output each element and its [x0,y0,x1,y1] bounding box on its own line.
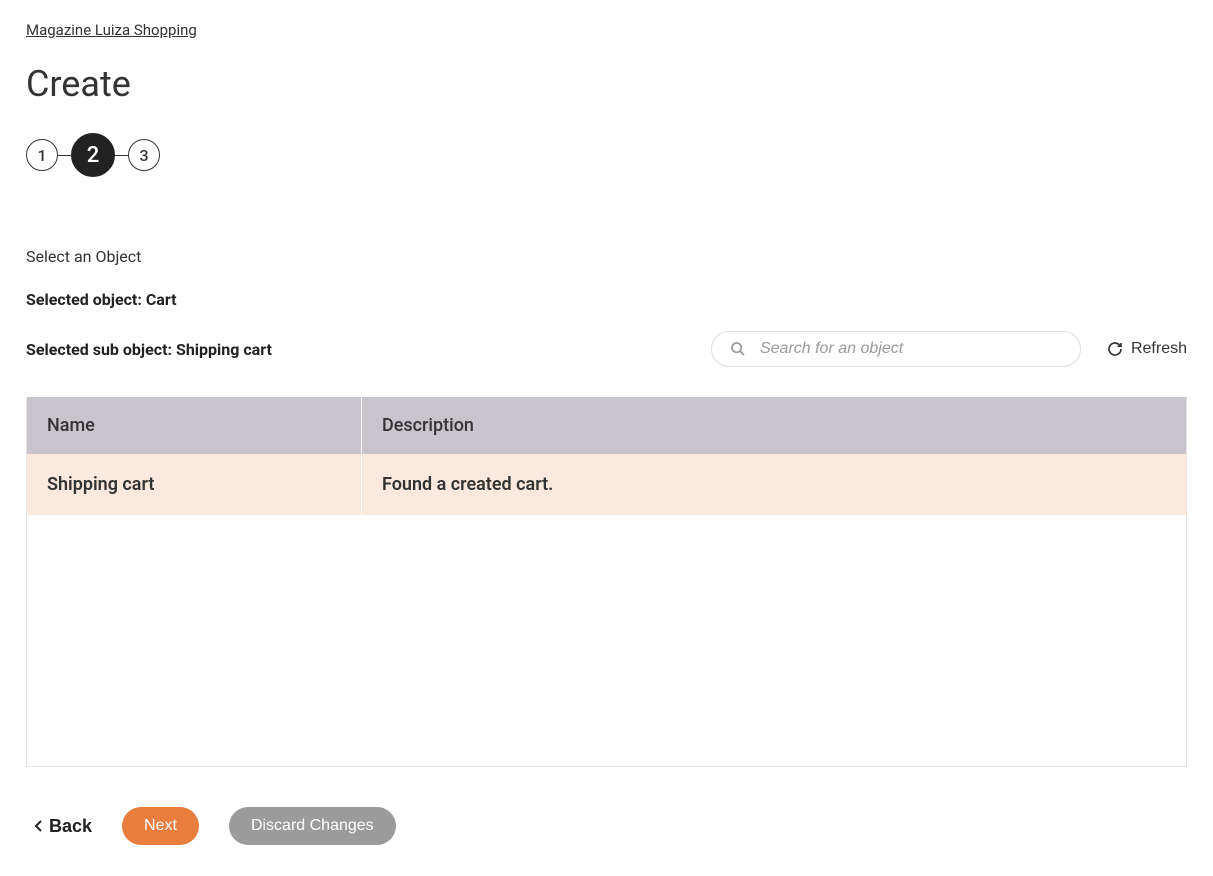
table-header-name: Name [27,397,362,454]
refresh-button[interactable]: Refresh [1107,340,1187,358]
object-table: Name Description Shipping cart Found a c… [26,397,1187,767]
search-input[interactable] [760,340,1062,358]
table-header: Name Description [27,397,1186,454]
table-header-description: Description [362,397,1186,454]
step-connector [58,155,71,156]
table-cell-description: Found a created cart. [362,454,1186,515]
back-label: Back [49,816,92,837]
step-2[interactable]: 2 [71,133,115,177]
step-3[interactable]: 3 [128,139,160,171]
discard-button[interactable]: Discard Changes [229,807,396,845]
stepper: 1 2 3 [26,133,1187,177]
breadcrumb[interactable]: Magazine Luiza Shopping [26,21,197,39]
step-1[interactable]: 1 [26,139,58,171]
chevron-left-icon [34,819,43,833]
table-cell-name: Shipping cart [27,454,362,515]
refresh-icon [1107,341,1123,357]
search-box[interactable] [711,331,1081,367]
section-label: Select an Object [26,247,1187,266]
footer-actions: Back Next Discard Changes [26,807,1187,845]
next-button[interactable]: Next [122,807,199,845]
table-row[interactable]: Shipping cart Found a created cart. [27,454,1186,515]
refresh-label: Refresh [1131,340,1187,358]
step-connector [115,155,128,156]
selected-sub-object-text: Selected sub object: Shipping cart [26,340,272,359]
selected-object-text: Selected object: Cart [26,290,1187,309]
back-button[interactable]: Back [34,816,92,837]
page-title: Create [26,63,1187,105]
search-icon [730,341,746,357]
